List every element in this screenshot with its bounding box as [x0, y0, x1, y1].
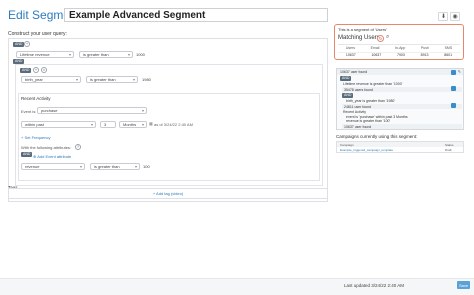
attr-value-input[interactable]: 100	[143, 164, 150, 169]
download-button[interactable]: ⬇	[438, 12, 448, 21]
recent-activity-title: Recent Activity	[21, 96, 51, 101]
matching-users-table: Users Email In-App Push SMS 10637 10637 …	[338, 44, 460, 58]
breakdown-and-tag: AND	[340, 76, 352, 81]
chevron-down-icon: ▾	[90, 122, 93, 127]
search-icon[interactable]: ⌕	[386, 34, 389, 41]
segment-of-text: This is a segment of 'Users'	[338, 27, 387, 32]
add-nested-condition-button[interactable]: +	[33, 67, 39, 73]
chevron-down-icon: ▾	[79, 164, 82, 169]
operator-select-2[interactable]: is greater than ▾	[86, 76, 138, 83]
save-button[interactable]: Save	[457, 281, 470, 289]
preview-button[interactable]: ◉	[450, 12, 460, 21]
segment-name-text: Example Advanced Segment	[69, 10, 206, 21]
breakdown-recent-desc2: revenue is greater than '100'	[346, 119, 391, 123]
add-event-attribute-link[interactable]: ⊕ Add Event attribute	[21, 154, 71, 159]
campaign-col-name: Campaign	[340, 142, 354, 147]
chevron-down-icon: ▾	[134, 164, 137, 169]
campaigns-table: Campaign Status Example_triggered_campai…	[336, 141, 464, 153]
event-label: Event is:	[21, 109, 37, 114]
breakdown-panel: 10637 user found ✎ AND Lifetime revenue …	[336, 68, 464, 130]
breakdown-lifetime: Lifetime revenue is greater than '1000'	[343, 82, 403, 86]
value-input-1[interactable]: 1000	[136, 52, 145, 57]
field-select-1[interactable]: Lifetime revenue ▾	[16, 51, 74, 58]
attr-operator-select[interactable]: is greater than ▾	[90, 163, 140, 170]
col-sms: SMS	[444, 46, 453, 50]
breakdown-birth-found: 24811 user found	[342, 104, 462, 109]
col-push: Push	[420, 46, 429, 50]
attributes-info-icon: ?	[75, 144, 81, 150]
operator-select-1[interactable]: is greater than ▾	[79, 51, 133, 58]
refresh-icon[interactable]: ↻	[377, 35, 384, 42]
field-select-2[interactable]: birth_year ▾	[21, 76, 81, 83]
breakdown-icon-1[interactable]	[451, 70, 456, 75]
chevron-down-icon: ▾	[68, 52, 71, 57]
and-operator-tag[interactable]: AND	[13, 42, 25, 47]
campaign-row-status: Draft	[445, 148, 452, 152]
set-frequency-link[interactable]: + Set Frequency	[21, 135, 50, 140]
breakdown-icon-2[interactable]	[451, 86, 456, 91]
matching-users-label: Matching Users	[338, 35, 380, 41]
edit-icon[interactable]: ✎	[458, 69, 461, 74]
breakdown-total-row: 10637 user found ✎	[337, 69, 463, 75]
add-tag-label: + Add tag (video)	[152, 191, 184, 196]
breakdown-icon-3[interactable]	[451, 103, 456, 108]
breakdown-recent-found: 10637 user found	[342, 124, 462, 129]
remove-nested-condition-button[interactable]: ×	[41, 67, 47, 73]
query-title: Construct your user query:	[8, 31, 67, 37]
add-condition-button[interactable]: +	[24, 41, 30, 47]
col-users: Users	[345, 46, 355, 50]
val-push: 8913	[420, 53, 429, 57]
chevron-down-icon: ▾	[75, 77, 78, 82]
campaign-col-status: Status	[445, 142, 454, 147]
chevron-down-icon: ▾	[141, 122, 144, 127]
eye-icon: ◉	[452, 14, 458, 20]
col-email: Email	[370, 46, 380, 50]
val-users: 10637	[345, 53, 356, 57]
val-inapp: 7903	[397, 53, 405, 57]
chevron-down-icon: ▾	[127, 52, 130, 57]
breakdown-lifetime-found: 35478 users found	[342, 87, 462, 92]
unit-select[interactable]: Months ▾	[119, 121, 147, 128]
chevron-down-icon: ▾	[132, 77, 135, 82]
val-sms: 8601	[444, 53, 453, 57]
timing-select[interactable]: within past ▾	[21, 121, 96, 128]
calendar-icon: ▦	[149, 121, 153, 126]
attr-field-select[interactable]: revenue ▾	[21, 163, 85, 170]
download-icon: ⬇	[441, 14, 447, 20]
col-inapp: In-App	[395, 46, 406, 50]
campaigns-title: Campaigns currently using this segment:	[336, 134, 418, 139]
date-note: as of 3/24/22 2:40 AM	[154, 122, 193, 127]
count-input[interactable]: 3	[100, 121, 116, 128]
segment-summary-box: This is a segment of 'Users' Matching Us…	[334, 24, 464, 60]
campaign-row-name[interactable]: Example_triggered_campaign_template	[340, 148, 393, 152]
breakdown-recent-title: Recent Activity	[343, 110, 366, 114]
nested-and-tag-2[interactable]: AND	[20, 68, 32, 73]
attributes-label: With the following attributes:	[21, 145, 72, 150]
breakdown-and-tag-2: AND	[342, 93, 354, 98]
segment-name-input[interactable]: Example Advanced Segment	[64, 8, 328, 22]
tags-input[interactable]: + Add tag (video)	[8, 188, 328, 199]
val-email: 10637	[371, 53, 382, 57]
value-input-2[interactable]: 1980	[142, 77, 151, 82]
chevron-down-icon: ▾	[141, 108, 144, 113]
breakdown-birth: birth_year is greater than '1980'	[346, 99, 396, 103]
last-updated: Last updated 3/24/22 2:40 AM	[344, 283, 405, 288]
event-select[interactable]: purchase ▾	[37, 107, 147, 114]
